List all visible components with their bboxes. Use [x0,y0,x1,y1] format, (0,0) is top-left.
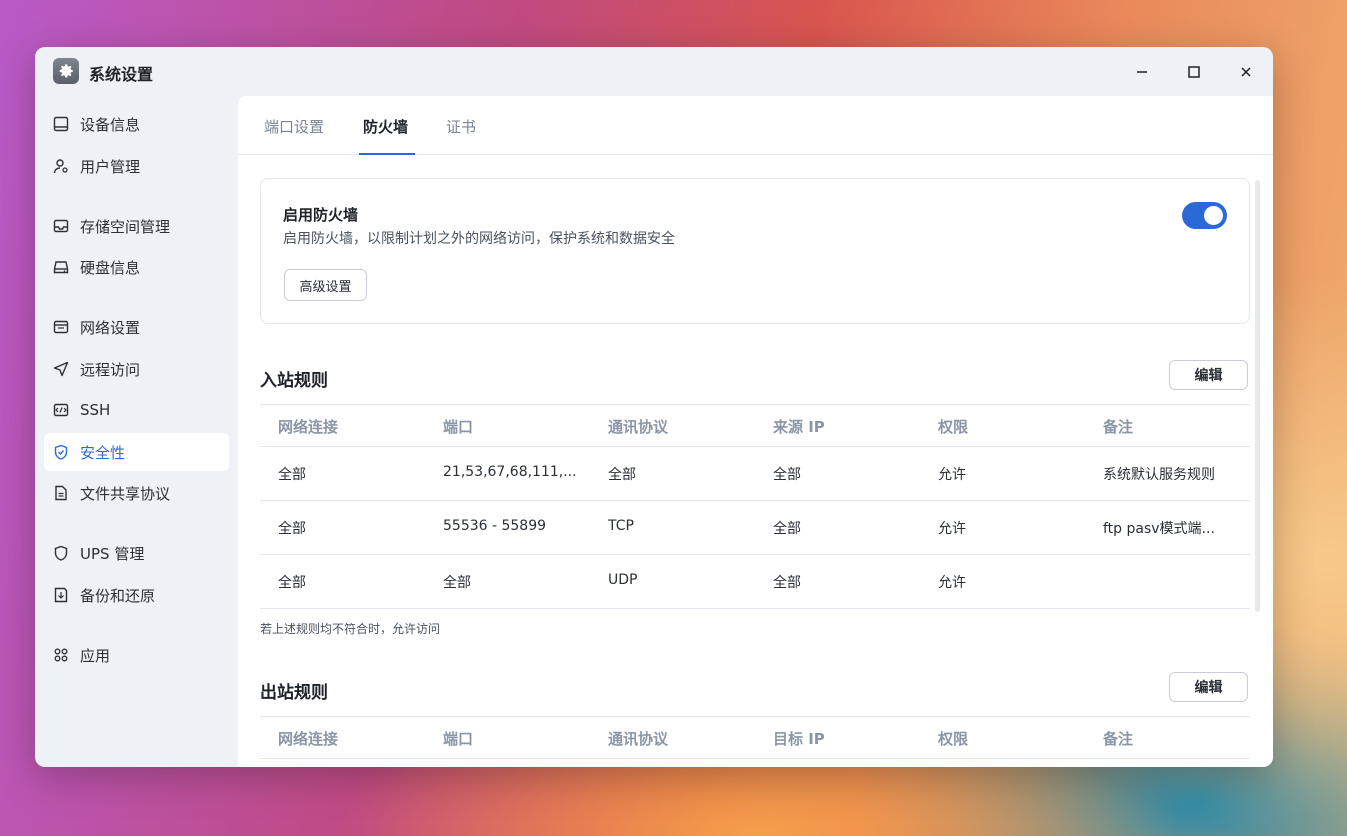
table-cell: 全部 [608,467,636,483]
firewall-toggle[interactable] [1182,202,1227,229]
column-header: 备注 [1103,418,1134,436]
advanced-settings-button[interactable]: 高级设置 [284,269,367,301]
sidebar-item-user-management[interactable]: 用户管理 [44,147,229,185]
firewall-description: 启用防火墙，以限制计划之外的网络访问，保护系统和数据安全 [283,231,675,247]
table-cell: 全部 [278,521,306,537]
column-header: 通讯协议 [608,418,669,436]
table-header: 网络连接 端口 通讯协议 目标 IP 权限 备注 [260,716,1250,759]
table-cell: 全部 [773,575,801,591]
sidebar-item-label: 硬盘信息 [80,258,141,277]
tab-port-settings[interactable]: 端口设置 [264,116,324,137]
column-header: 目标 IP [773,730,825,748]
table-cell: 全部 [278,575,306,591]
sidebar: 设备信息 用户管理 存储空间管理 硬盘信息 网络设置 远程访问 SSH 安全性 [35,97,238,767]
settings-gear-icon [53,58,79,84]
column-header: 端口 [443,730,474,748]
table-cell: ftp pasv模式端... [1103,521,1215,537]
sidebar-item-label: 安全性 [80,443,126,462]
sidebar-item-apps[interactable]: 应用 [44,636,229,674]
table-row[interactable]: 全部 55536 - 55899 TCP 全部 允许 ftp pasv模式端..… [260,501,1250,555]
sidebar-item-label: 用户管理 [80,157,141,176]
table-row[interactable]: 全部 21,53,67,68,111,... 全部 全部 允许 系统默认服务规则 [260,447,1250,501]
table-cell: TCP [608,518,634,534]
terminal-icon [52,401,70,419]
tab-firewall[interactable]: 防火墙 [363,116,408,137]
sidebar-item-label: 备份和还原 [80,586,156,605]
column-header: 权限 [938,730,969,748]
table-cell: 全部 [278,467,306,483]
backup-icon [52,586,70,604]
firewall-card: 启用防火墙 启用防火墙，以限制计划之外的网络访问，保护系统和数据安全 高级设置 [260,178,1250,324]
table-cell: 允许 [938,521,966,537]
table-cell: 允许 [938,575,966,591]
table-cell: 全部 [443,575,471,591]
settings-window: 系统设置 设备信息 用户管理 存储空间管理 硬盘信息 网络设置 远程访问 SSH… [35,47,1273,767]
sidebar-item-device-info[interactable]: 设备信息 [44,105,229,143]
table-cell: 允许 [938,467,966,483]
minimize-icon[interactable] [1130,60,1154,84]
sidebar-item-label: SSH [80,401,111,419]
active-tab-indicator [359,153,415,155]
table-row[interactable]: 全部 全部 UDP 全部 允许 [260,555,1250,609]
disk-icon [52,258,70,276]
column-header: 网络连接 [278,730,339,748]
inbound-rules-table: 网络连接 端口 通讯协议 来源 IP 权限 备注 全部 21,53,67,68,… [260,404,1250,609]
remote-icon [52,360,70,378]
table-cell: UDP [608,572,638,588]
column-header: 来源 IP [773,418,825,436]
file-icon [52,484,70,502]
table-cell: 全部 [773,467,801,483]
column-header: 通讯协议 [608,730,669,748]
sidebar-item-file-sharing[interactable]: 文件共享协议 [44,474,229,512]
table-cell: 全部 [773,521,801,537]
column-header: 备注 [1103,730,1134,748]
sidebar-item-label: 设备信息 [80,115,141,134]
storage-icon [52,217,70,235]
outbound-rules-table: 网络连接 端口 通讯协议 目标 IP 权限 备注 [260,716,1250,759]
sidebar-item-label: 远程访问 [80,360,141,379]
sidebar-item-security[interactable]: 安全性 [44,433,229,471]
sidebar-item-network[interactable]: 网络设置 [44,308,229,346]
inbound-rules-title: 入站规则 [260,371,328,391]
outbound-rules-title: 出站规则 [260,683,328,703]
table-cell: 21,53,67,68,111,... [443,464,577,480]
sidebar-item-label: 网络设置 [80,318,141,337]
sidebar-item-label: 存储空间管理 [80,217,171,236]
toggle-knob [1204,206,1223,225]
window-title: 系统设置 [89,65,154,84]
sidebar-item-label: 应用 [80,646,111,665]
close-icon[interactable] [1234,60,1258,84]
sidebar-item-remote-access[interactable]: 远程访问 [44,350,229,388]
title-bar: 系统设置 [35,47,1273,97]
sidebar-item-ssh[interactable]: SSH [44,391,229,429]
column-header: 网络连接 [278,418,339,436]
shield-icon [52,443,70,461]
sidebar-item-ups[interactable]: UPS 管理 [44,534,229,572]
inbound-default-note: 若上述规则均不符合时，允许访问 [260,622,441,636]
ups-icon [52,544,70,562]
maximize-icon[interactable] [1182,60,1206,84]
content-panel: 端口设置 防火墙 证书 启用防火墙 启用防火墙，以限制计划之外的网络访问，保护系… [238,96,1273,767]
sidebar-item-storage[interactable]: 存储空间管理 [44,207,229,245]
firewall-title: 启用防火墙 [283,206,359,224]
network-icon [52,318,70,336]
sidebar-item-label: 文件共享协议 [80,484,171,503]
tab-bar: 端口设置 防火墙 证书 [238,96,1273,155]
table-cell: 系统默认服务规则 [1103,467,1215,483]
sidebar-item-disk-info[interactable]: 硬盘信息 [44,248,229,286]
sidebar-item-label: UPS 管理 [80,544,145,563]
table-cell: 55536 - 55899 [443,518,547,534]
outbound-edit-button[interactable]: 编辑 [1169,672,1248,702]
column-header: 权限 [938,418,969,436]
tab-certificate[interactable]: 证书 [446,116,476,137]
apps-icon [52,646,70,664]
column-header: 端口 [443,418,474,436]
scrollbar[interactable] [1255,180,1260,612]
table-header: 网络连接 端口 通讯协议 来源 IP 权限 备注 [260,404,1250,447]
device-icon [52,115,70,133]
user-icon [52,157,70,175]
sidebar-item-backup[interactable]: 备份和还原 [44,576,229,614]
inbound-edit-button[interactable]: 编辑 [1169,360,1248,390]
